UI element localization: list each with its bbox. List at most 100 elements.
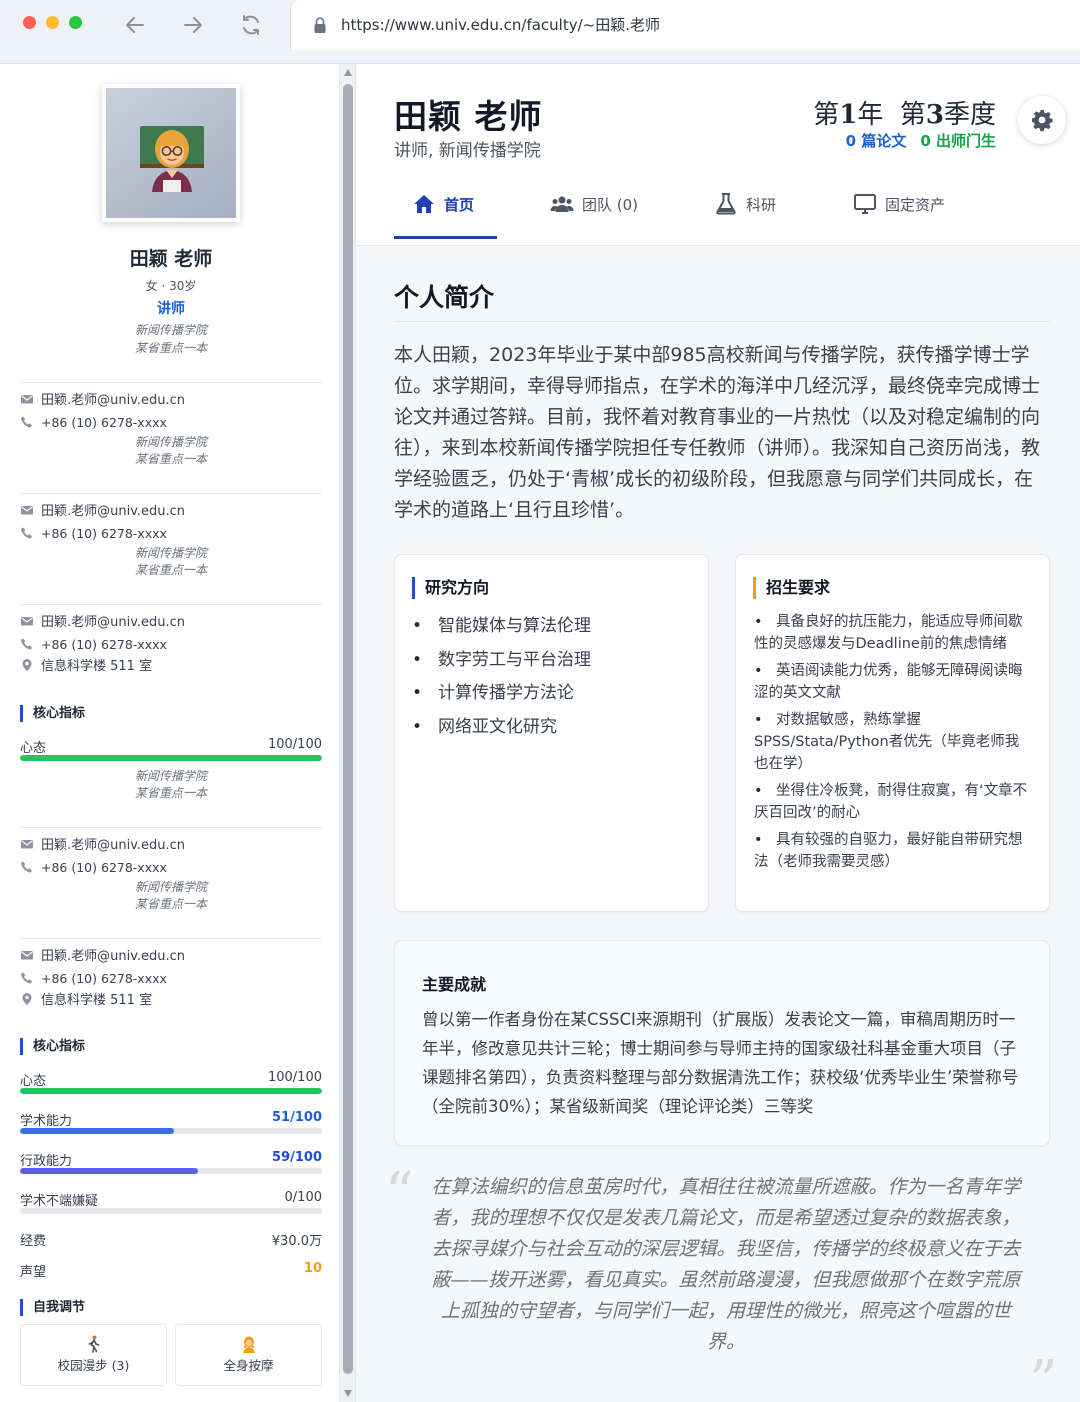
enrollment-card-title: 招生要求 <box>753 577 830 599</box>
active-tab-indicator <box>394 236 497 239</box>
metric-value: 100/100 <box>267 737 322 752</box>
enrollment-requirements-card: 招生要求 具备良好的抗压能力，能适应导师间歇性的灵感爆发与Deadline前的焦… <box>735 554 1050 912</box>
contact-phone[interactable]: +86 (10) 6278-xxxx <box>20 636 167 654</box>
contact-office: 信息科学楼 511 室 <box>20 992 152 1010</box>
tab-fixed-assets[interactable]: 固定资产 <box>853 192 945 238</box>
progress-fill <box>20 1088 322 1094</box>
window-minimize-button[interactable] <box>46 16 59 29</box>
address-bar[interactable]: https://www.univ.edu.cn/faculty/~田颖.老师 <box>290 0 1080 50</box>
lock-icon <box>314 17 326 33</box>
sidebar-scrollbar[interactable] <box>340 64 356 1402</box>
mentality-progress-bar <box>20 755 322 761</box>
admin-ability-progress-bar <box>20 1168 322 1174</box>
progress-fill <box>20 755 322 761</box>
students-count[interactable]: 0 出师门生 <box>920 132 996 150</box>
location-pin-icon <box>22 993 32 1005</box>
misconduct-progress-bar <box>20 1208 322 1214</box>
phone-icon <box>21 638 32 650</box>
metric-label: 心态 <box>20 1074 47 1089</box>
email-icon <box>21 617 33 626</box>
funds-label: 经费 <box>20 1234 47 1249</box>
massage-person-icon <box>242 1336 255 1353</box>
flask-icon <box>716 193 736 215</box>
contact-phone[interactable]: +86 (10) 6278-xxxx <box>20 859 167 877</box>
forward-icon[interactable] <box>179 11 207 39</box>
contact-email[interactable]: 田颖.老师@univ.edu.cn <box>20 503 185 521</box>
self-adjust-section-title: 自我调节 <box>20 1299 85 1316</box>
location-pin-icon <box>22 659 32 671</box>
window-close-button[interactable] <box>23 16 36 29</box>
season-prefix: 第 <box>899 100 926 130</box>
tab-team[interactable]: 团队 (0) <box>550 192 638 238</box>
scroll-down-arrow-icon[interactable] <box>344 1390 352 1397</box>
list-item: 网络亚文化研究 <box>412 714 591 748</box>
team-icon <box>550 196 574 212</box>
intro-section-title: 个人简介 <box>394 283 495 312</box>
divider <box>394 321 1050 322</box>
gear-icon <box>1032 110 1053 132</box>
progress-fill <box>20 1128 175 1134</box>
research-directions-card: 研究方向 智能媒体与算法伦理 数字劳工与平台治理 计算传播学方法论 网络亚文化研… <box>394 554 709 912</box>
email-icon <box>21 395 33 404</box>
profile-header: 田颖 老师 讲师, 新闻传播学院 第1年 第3季度 0 篇论文 0 出师门生 首页… <box>357 64 1080 246</box>
tab-home[interactable]: 首页 <box>412 192 474 238</box>
email-icon <box>21 840 33 849</box>
contact-phone[interactable]: +86 (10) 6278-xxxx <box>20 970 167 988</box>
page-title: 田颖 老师 <box>394 97 543 136</box>
teacher-avatar-icon <box>140 126 204 192</box>
divider <box>20 938 322 939</box>
tab-research[interactable]: 科研 <box>714 192 776 238</box>
academic-ability-progress-bar <box>20 1128 322 1134</box>
contact-phone[interactable]: +86 (10) 6278-xxxx <box>20 525 167 543</box>
year-suffix: 年 <box>857 100 884 130</box>
season-suffix: 季度 <box>943 100 996 130</box>
monitor-icon <box>854 194 876 214</box>
divider <box>20 493 322 494</box>
campus-walk-button[interactable]: 校园漫步 (3) <box>20 1324 167 1386</box>
contact-email[interactable]: 田颖.老师@univ.edu.cn <box>20 948 185 966</box>
metric-value: 0/100 <box>284 1190 322 1205</box>
settings-button[interactable] <box>1018 96 1066 144</box>
season-number: 3 <box>925 100 944 130</box>
phone-icon <box>21 861 32 873</box>
window-maximize-button[interactable] <box>69 16 82 29</box>
motto-quote: 在算法编织的信息茧房时代，真相往往被流量所遮蔽。作为一名青年学者，我的理想不仅仅… <box>431 1176 1021 1353</box>
list-item: 具备良好的抗压能力，能适应导师间歇性的灵感爆发与Deadline前的焦虑情绪 <box>754 611 1032 655</box>
metric-label: 心态 <box>20 741 47 756</box>
research-card-title: 研究方向 <box>412 577 489 599</box>
list-item: 坐得住冷板凳，耐得住寂寞，有‘文章不厌百回改’的耐心 <box>754 780 1032 824</box>
contact-department: 新闻传播学院 <box>134 546 207 560</box>
phone-icon <box>21 972 32 984</box>
reputation-label: 声望 <box>20 1265 47 1280</box>
contact-email[interactable]: 田颖.老师@univ.edu.cn <box>20 837 185 855</box>
list-item: 具有较强的自驱力，最好能自带研究想法（老师我需要灵感） <box>754 829 1032 873</box>
scroll-up-arrow-icon[interactable] <box>344 69 352 76</box>
list-item: 数字劳工与平台治理 <box>412 647 591 681</box>
list-item: 计算传播学方法论 <box>412 680 591 714</box>
contact-email[interactable]: 田颖.老师@univ.edu.cn <box>20 392 185 410</box>
sidebar-name: 田颖 老师 <box>129 248 213 270</box>
scrollbar-thumb[interactable] <box>343 84 353 1374</box>
job-title: 讲师, 新闻传播学院 <box>394 141 541 161</box>
reload-icon[interactable] <box>237 11 265 39</box>
department-text: 新闻传播学院 <box>134 323 207 337</box>
email-icon <box>21 951 33 960</box>
list-item: 英语阅读能力优秀，能够无障碍阅读晦涩的英文文献 <box>754 660 1032 704</box>
back-icon[interactable] <box>121 11 149 39</box>
open-quote-icon: “ <box>385 1161 414 1226</box>
email-icon <box>21 506 33 515</box>
metric-label: 学术不端嫌疑 <box>20 1194 99 1209</box>
action-label: 校园漫步 (3) <box>57 1358 130 1373</box>
year-prefix: 第 <box>813 100 840 130</box>
funds-value: ¥30.0万 <box>271 1234 322 1249</box>
papers-count[interactable]: 0 篇论文 <box>846 132 907 150</box>
university-tier-text: 某省重点一本 <box>134 341 207 355</box>
contact-department: 新闻传播学院 <box>134 435 207 449</box>
rank-badge: 讲师 <box>157 301 185 317</box>
full-body-massage-button[interactable]: 全身按摩 <box>175 1324 322 1386</box>
stats-summary: 0 篇论文 0 出师门生 <box>846 130 996 151</box>
contact-phone[interactable]: +86 (10) 6278-xxxx <box>20 414 167 432</box>
contact-email[interactable]: 田颖.老师@univ.edu.cn <box>20 614 185 632</box>
list-item: 对数据敏感，熟练掌握SPSS/Stata/Python者优先（毕竟老师我也在学） <box>754 709 1032 775</box>
metrics-department: 新闻传播学院 <box>134 769 207 783</box>
